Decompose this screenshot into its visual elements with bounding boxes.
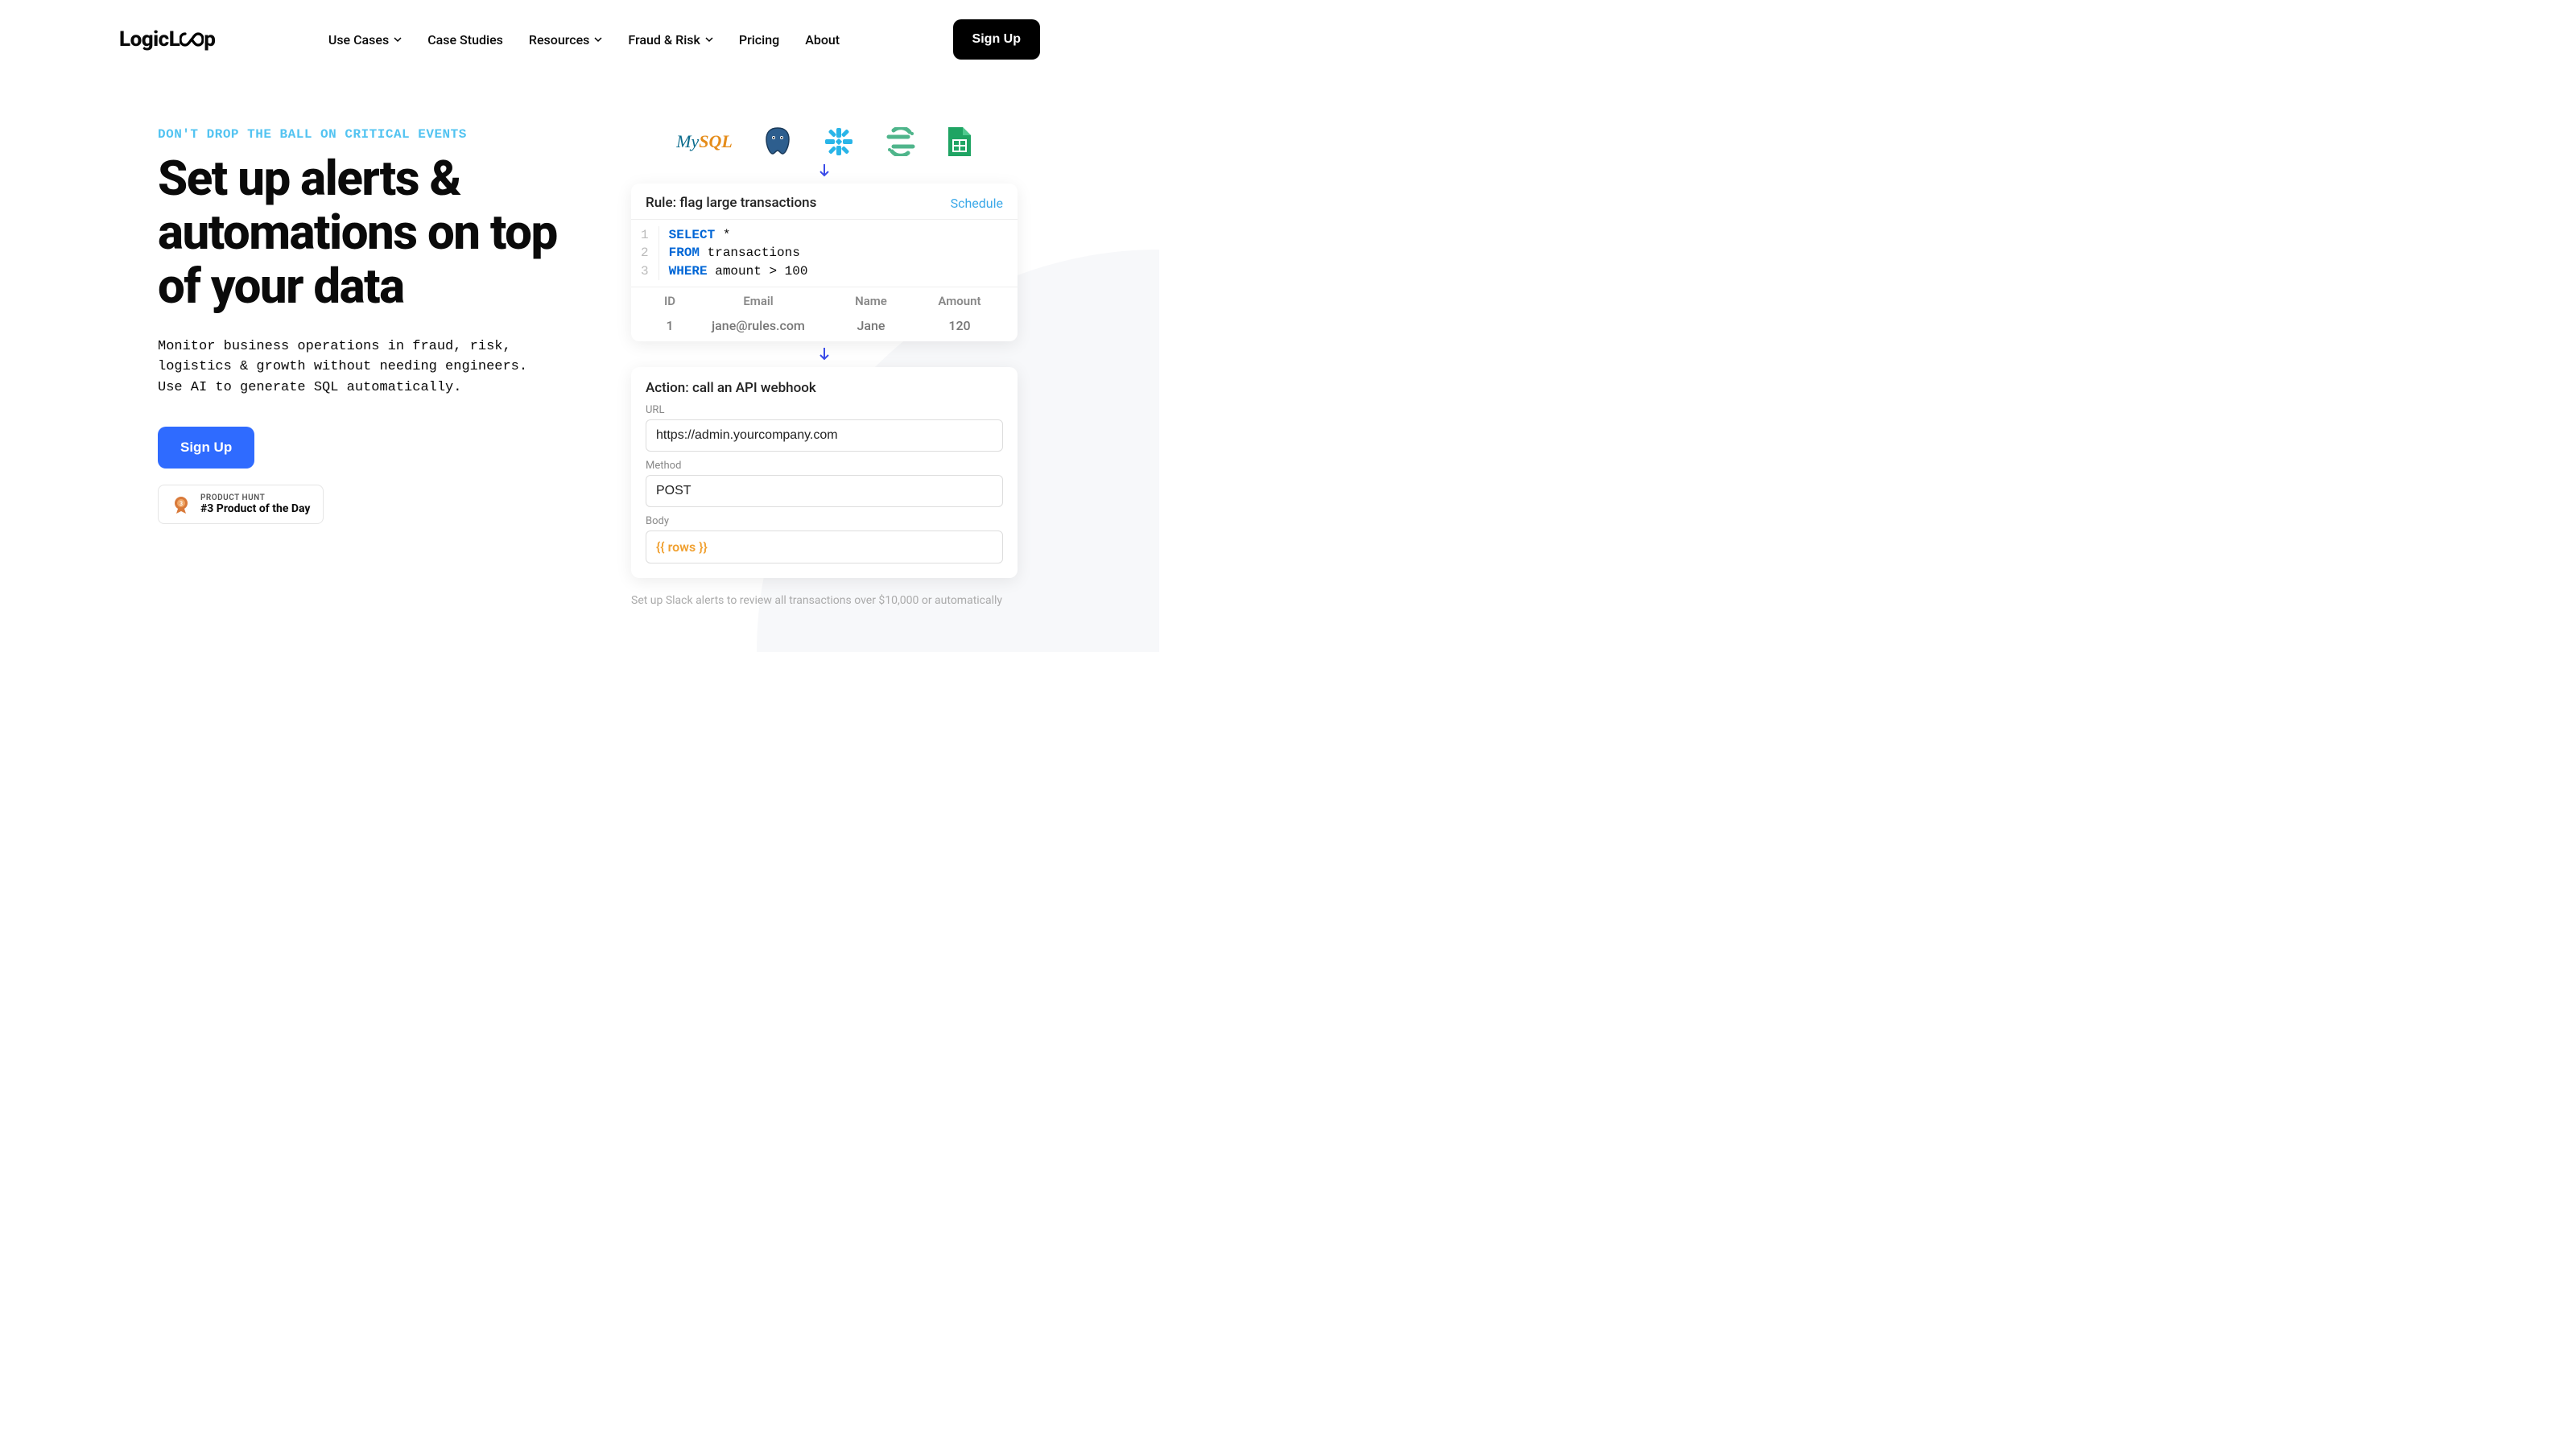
logo[interactable]: LogicLp	[119, 27, 215, 52]
kw-select: SELECT	[669, 228, 716, 242]
header: LogicLp Use Cases Case Studies Resources…	[0, 0, 1159, 79]
chevron-down-icon	[594, 35, 602, 43]
nav-use-cases[interactable]: Use Cases	[328, 32, 402, 47]
action-card: Action: call an API webhook URL Method B…	[631, 367, 1018, 578]
hero-left: DON'T DROP THE BALL ON CRITICAL EVENTS S…	[158, 127, 560, 607]
url-input[interactable]	[646, 419, 1003, 452]
nav-label: Use Cases	[328, 32, 389, 47]
schedule-link[interactable]: Schedule	[951, 196, 1003, 211]
results-row: 1 jane@rules.com Jane 120	[631, 315, 1018, 341]
cell-id: 1	[646, 318, 694, 333]
nav-label: Resources	[529, 32, 590, 47]
ph-label: PRODUCT HUNT	[200, 493, 310, 502]
sheets-icon	[947, 127, 972, 156]
col-email: Email	[694, 294, 823, 308]
hero-right: MySQL Rule: flag large transactions Sche…	[609, 127, 1040, 607]
headline: Set up alerts & automations on top of yo…	[158, 151, 560, 314]
nav-about[interactable]: About	[805, 32, 840, 47]
nav-case-studies[interactable]: Case Studies	[427, 32, 503, 47]
svg-text:3: 3	[180, 501, 183, 507]
main: DON'T DROP THE BALL ON CRITICAL EVENTS S…	[0, 79, 1159, 607]
col-amount: Amount	[919, 294, 1000, 308]
eyebrow: DON'T DROP THE BALL ON CRITICAL EVENTS	[158, 127, 560, 142]
cell-name: Jane	[823, 318, 919, 333]
nav-resources[interactable]: Resources	[529, 32, 603, 47]
line-gutter: 123	[631, 226, 659, 280]
arrow-down-icon	[609, 163, 1040, 179]
nav-label: Pricing	[739, 32, 779, 47]
code-text: *	[715, 228, 730, 242]
medal-icon: 3	[171, 495, 191, 514]
body-label: Body	[646, 515, 1003, 527]
chevron-down-icon	[705, 35, 713, 43]
code-text: amount > 100	[708, 264, 808, 279]
col-name: Name	[823, 294, 919, 308]
cell-amount: 120	[919, 318, 1000, 333]
rule-card: Rule: flag large transactions Schedule 1…	[631, 184, 1018, 341]
postgres-icon	[763, 127, 792, 156]
snowflake-icon	[823, 127, 855, 156]
nav: Use Cases Case Studies Resources Fraud &…	[328, 32, 840, 47]
kw-from: FROM	[669, 246, 700, 260]
nav-pricing[interactable]: Pricing	[739, 32, 779, 47]
cell-email: jane@rules.com	[694, 318, 823, 333]
url-label: URL	[646, 404, 1003, 416]
nav-label: Case Studies	[427, 32, 503, 47]
footnote: Set up Slack alerts to review all transa…	[631, 594, 1018, 607]
integrations-row: MySQL	[609, 127, 1040, 156]
body-input[interactable]: {{ rows }}	[646, 530, 1003, 564]
segment-icon	[886, 127, 916, 156]
results-header: ID Email Name Amount	[631, 287, 1018, 315]
subhead: Monitor business operations in fraud, ri…	[158, 336, 552, 398]
nav-label: Fraud & Risk	[628, 32, 700, 47]
signup-button-primary[interactable]: Sign Up	[158, 427, 254, 469]
kw-where: WHERE	[669, 264, 708, 279]
method-input[interactable]	[646, 475, 1003, 507]
rule-title: Rule: flag large transactions	[646, 195, 816, 211]
arrow-down-icon	[609, 346, 1040, 362]
signup-button-header[interactable]: Sign Up	[953, 19, 1040, 60]
method-label: Method	[646, 460, 1003, 472]
product-hunt-badge[interactable]: 3 PRODUCT HUNT #3 Product of the Day	[158, 485, 324, 524]
action-title: Action: call an API webhook	[646, 380, 1003, 396]
nav-fraud-risk[interactable]: Fraud & Risk	[628, 32, 712, 47]
sql-editor[interactable]: 123 SELECT * FROM transactions WHERE amo…	[631, 219, 1018, 287]
chevron-down-icon	[394, 35, 402, 43]
nav-label: About	[805, 32, 840, 47]
ph-rank: #3 Product of the Day	[200, 502, 310, 515]
code-text: transactions	[700, 246, 800, 260]
mysql-icon: MySQL	[676, 127, 733, 156]
col-id: ID	[646, 294, 694, 308]
